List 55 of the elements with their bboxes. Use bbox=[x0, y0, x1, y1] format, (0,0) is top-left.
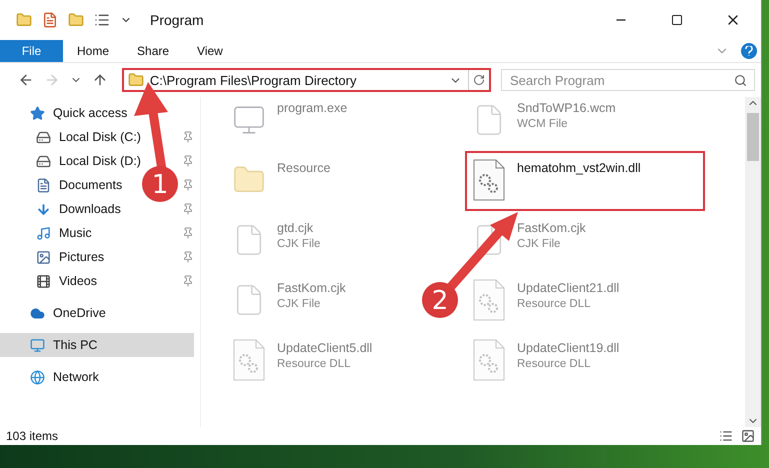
sidebar-item[interactable]: Local Disk (C:) bbox=[0, 125, 145, 149]
file-item[interactable]: FastKom.cjk CJK File bbox=[225, 271, 352, 331]
address-bar[interactable]: C:\Program Files\Program Directory bbox=[122, 68, 492, 92]
sidebar-item[interactable]: OneDrive bbox=[0, 301, 110, 325]
file-item[interactable]: UpdateClient19.dll Resource DLL bbox=[465, 331, 626, 391]
file-item[interactable]: hematohm_vst2win.dll bbox=[465, 151, 705, 211]
sidebar-item[interactable]: Videos bbox=[0, 269, 101, 293]
network-icon bbox=[30, 370, 45, 384]
up-arrow-icon[interactable] bbox=[92, 72, 108, 88]
file-item[interactable]: UpdateClient5.dll Resource DLL bbox=[225, 331, 378, 391]
star-icon bbox=[30, 106, 45, 120]
gear-file-icon bbox=[472, 159, 506, 201]
drive-icon bbox=[36, 130, 51, 144]
gear-file-icon bbox=[472, 279, 506, 321]
search-icon[interactable] bbox=[734, 74, 748, 87]
sidebar-item[interactable]: Downloads bbox=[0, 197, 125, 221]
drive-icon bbox=[36, 154, 51, 168]
monitor-icon bbox=[30, 338, 45, 352]
sidebar-item[interactable]: Music bbox=[0, 221, 96, 245]
details-view-icon[interactable] bbox=[719, 429, 733, 443]
list-icon[interactable] bbox=[94, 12, 110, 28]
maximize-icon[interactable] bbox=[671, 14, 683, 26]
sidebar-item[interactable]: Pictures bbox=[0, 245, 108, 269]
file-item[interactable]: gtd.cjk CJK File bbox=[225, 211, 326, 271]
scrollbar-thumb[interactable] bbox=[747, 113, 759, 161]
film-icon bbox=[36, 274, 51, 288]
sidebar-item[interactable]: Network bbox=[0, 365, 103, 389]
item-count: 103 items bbox=[6, 429, 58, 443]
search-field[interactable]: Search Program bbox=[501, 69, 756, 91]
file-item[interactable]: Resource bbox=[225, 151, 336, 211]
step-number: 2 bbox=[422, 282, 458, 318]
sidebar-item[interactable]: Local Disk (D:) bbox=[0, 149, 145, 173]
window-title: Program bbox=[150, 12, 204, 28]
step-number: 1 bbox=[142, 166, 178, 202]
file-item[interactable]: SndToWP16.wcm WCM File bbox=[465, 97, 622, 151]
sidebar-item[interactable]: Documents bbox=[0, 173, 126, 197]
file-item[interactable]: UpdateClient21.dll Resource DLL bbox=[465, 271, 626, 331]
help-icon[interactable] bbox=[741, 43, 757, 59]
gear-file-icon bbox=[232, 339, 266, 381]
music-note-icon bbox=[36, 226, 51, 240]
large-icons-view-icon[interactable] bbox=[741, 429, 755, 443]
ribbon-tab[interactable]: Home bbox=[63, 40, 124, 62]
ribbon-tab[interactable]: View bbox=[183, 40, 237, 62]
properties-icon[interactable] bbox=[42, 12, 58, 28]
scrollbar[interactable] bbox=[745, 97, 761, 427]
picture-icon bbox=[36, 250, 51, 264]
document-icon bbox=[36, 178, 51, 192]
ribbon-tab[interactable]: Share bbox=[123, 40, 184, 62]
download-icon bbox=[36, 202, 51, 216]
cloud-icon bbox=[30, 306, 45, 320]
file-menu-button[interactable]: File bbox=[0, 40, 63, 62]
file-item[interactable]: program.exe bbox=[225, 97, 354, 151]
sidebar-item[interactable]: This PC bbox=[0, 333, 194, 357]
gear-file-icon bbox=[472, 339, 506, 381]
sidebar-item[interactable]: Quick access bbox=[0, 101, 132, 125]
